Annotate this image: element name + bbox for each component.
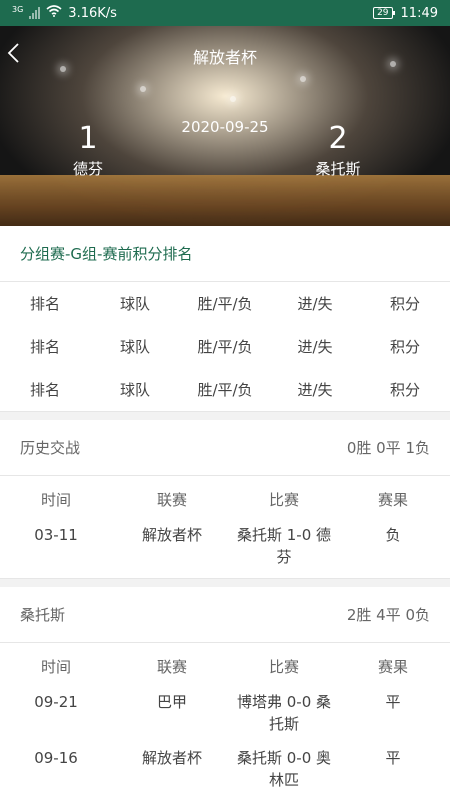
network-type: 3G <box>12 4 24 14</box>
arena-light <box>300 76 306 82</box>
table-cell: 胜/平/负 <box>197 338 253 356</box>
column-header: 时间 <box>40 657 71 676</box>
main-content[interactable]: 分组赛-G组-赛前积分排名 排名 球队 胜/平/负 进/失 积分 排名 球队 胜… <box>0 226 450 800</box>
court-floor <box>0 174 450 226</box>
battery-icon: 29 <box>373 7 396 19</box>
table-cell: 球队 <box>119 381 150 399</box>
match-result: 平 <box>385 693 401 711</box>
divider <box>0 412 450 420</box>
arena-light <box>140 86 146 92</box>
table-row[interactable]: 09-21 巴甲 博塔弗 0-0 桑托斯 平 <box>0 689 450 745</box>
match-time: 03-11 <box>34 526 78 544</box>
standings-title: 分组赛-G组-赛前积分排名 <box>0 226 450 282</box>
table-cell: 球队 <box>119 338 150 356</box>
match-fixture: 博塔弗 0-0 桑托斯 <box>236 693 332 733</box>
history-label: 历史交战 <box>20 439 81 457</box>
column-header: 胜/平/负 <box>197 295 253 313</box>
table-cell: 排名 <box>29 381 60 399</box>
table-row: 排名 球队 胜/平/负 进/失 积分 <box>0 368 450 411</box>
match-fixture: 桑托斯 0-0 奥林匹 <box>236 749 332 789</box>
table-row[interactable]: 03-11 解放者杯 桑托斯 1-0 德芬 负 <box>0 522 450 578</box>
recent-summary: 2胜 4平 0负 <box>346 606 430 624</box>
table-row: 排名 球队 胜/平/负 进/失 积分 <box>0 325 450 368</box>
match-league: 解放者杯 <box>141 749 202 767</box>
recent-team-label: 桑托斯 <box>20 606 66 624</box>
history-header: 历史交战 0胜 0平 1负 <box>0 420 450 476</box>
status-bar: 3G 3.16K/s 29 11:49 <box>0 0 450 26</box>
column-header: 积分 <box>389 295 420 313</box>
home-team: 1 德芬 <box>28 122 148 179</box>
recent-table: 时间 联赛 比赛 赛果 09-21 巴甲 博塔弗 0-0 桑托斯 平 09-16… <box>0 643 450 800</box>
column-header: 进/失 <box>297 295 333 313</box>
recent-header-row: 时间 联赛 比赛 赛果 <box>0 643 450 689</box>
standings-table: 排名 球队 胜/平/负 进/失 积分 排名 球队 胜/平/负 进/失 积分 排名… <box>0 282 450 412</box>
divider <box>0 579 450 587</box>
column-header: 赛果 <box>377 490 408 509</box>
column-header: 比赛 <box>268 657 299 676</box>
page-title: 解放者杯 <box>192 48 257 67</box>
table-cell: 积分 <box>389 381 420 399</box>
wifi-icon <box>46 5 62 21</box>
table-cell: 排名 <box>29 338 60 356</box>
column-header: 时间 <box>40 490 71 509</box>
match-league: 巴甲 <box>156 693 187 711</box>
signal-icon <box>29 7 41 19</box>
match-header: 解放者杯 2020-09-25 1 德芬 2 桑托斯 <box>0 26 450 226</box>
away-team-name: 桑托斯 <box>315 160 361 178</box>
match-result: 平 <box>385 749 401 767</box>
table-cell: 进/失 <box>297 338 333 356</box>
match-time: 09-21 <box>34 693 78 711</box>
home-team-name: 德芬 <box>72 160 103 178</box>
standings-header-row: 排名 球队 胜/平/负 进/失 积分 <box>0 282 450 325</box>
history-header-row: 时间 联赛 比赛 赛果 <box>0 476 450 522</box>
column-header: 赛果 <box>377 657 408 676</box>
history-table: 时间 联赛 比赛 赛果 03-11 解放者杯 桑托斯 1-0 德芬 负 <box>0 476 450 579</box>
table-cell: 胜/平/负 <box>197 381 253 399</box>
away-score: 2 <box>328 121 348 156</box>
match-time: 09-16 <box>34 749 78 767</box>
match-fixture: 桑托斯 1-0 德芬 <box>236 526 332 566</box>
recent-header: 桑托斯 2胜 4平 0负 <box>0 587 450 643</box>
column-header: 联赛 <box>156 657 187 676</box>
table-cell: 进/失 <box>297 381 333 399</box>
column-header: 联赛 <box>156 490 187 509</box>
table-cell: 积分 <box>389 338 420 356</box>
column-header: 比赛 <box>268 490 299 509</box>
arena-light <box>230 96 236 102</box>
history-summary: 0胜 0平 1负 <box>346 439 430 457</box>
match-result: 负 <box>385 526 401 544</box>
network-speed: 3.16K/s <box>68 5 117 21</box>
column-header: 排名 <box>29 295 60 313</box>
home-score: 1 <box>78 121 98 156</box>
match-league: 解放者杯 <box>141 526 202 544</box>
table-row[interactable]: 09-16 解放者杯 桑托斯 0-0 奥林匹 平 <box>0 745 450 800</box>
column-header: 球队 <box>119 295 150 313</box>
away-team: 2 桑托斯 <box>278 122 398 179</box>
clock: 11:49 <box>400 5 438 21</box>
